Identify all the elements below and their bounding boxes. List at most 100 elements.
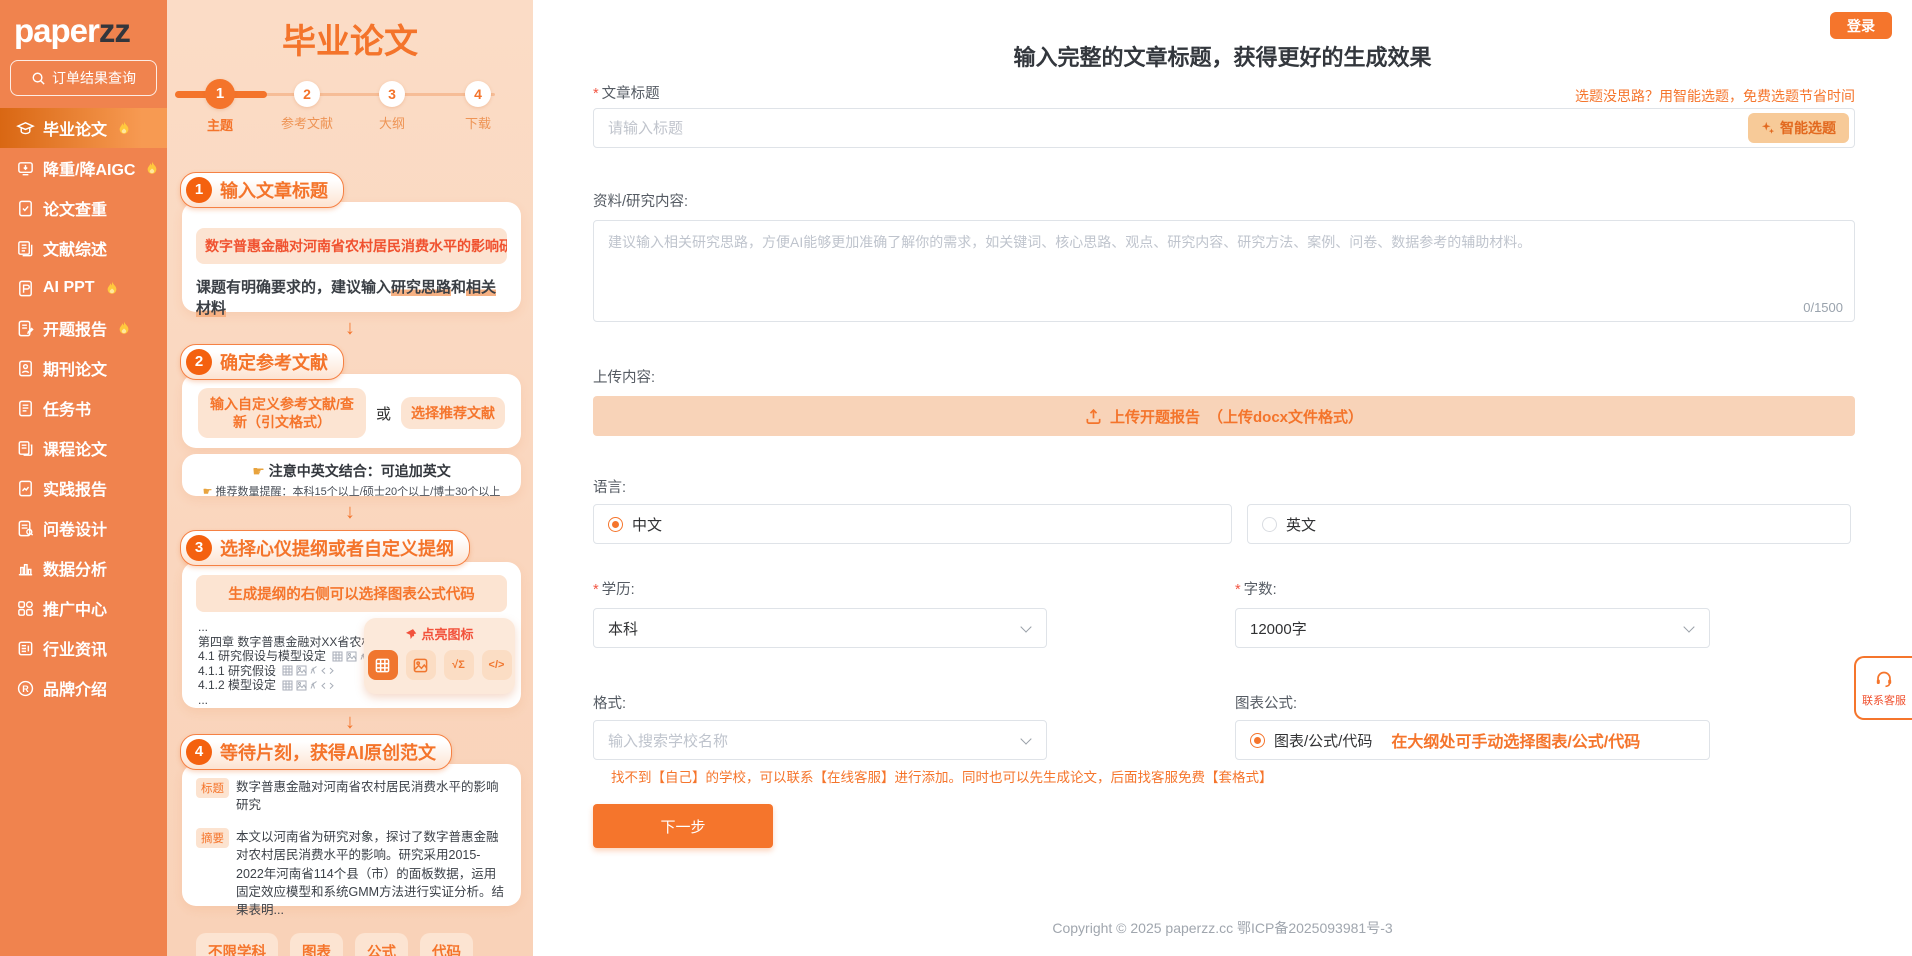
contact-service-widget[interactable]: 联系客服 <box>1854 656 1912 720</box>
paperzz-logo[interactable]: paperzz <box>14 12 131 50</box>
upload-label: 上传内容: <box>593 370 656 386</box>
questionnaire-icon <box>18 520 34 536</box>
outline-row-icons <box>282 665 334 676</box>
news-icon <box>18 641 33 655</box>
school-format-select[interactable]: 输入搜索学校名称 <box>593 720 1047 760</box>
table-icon <box>375 658 390 672</box>
image-icon <box>413 658 428 672</box>
sidebar-item-plagiarism-check[interactable]: 论文查重 <box>0 188 167 228</box>
step4-chip: 4 等待片刻，获得AI原创范文 <box>180 734 452 770</box>
flame-icon <box>119 121 129 134</box>
pin-icon <box>406 628 417 639</box>
practice-report-icon <box>19 480 32 496</box>
service-label: 联系客服 <box>1862 694 1906 707</box>
order-result-search[interactable]: 订单结果查询 <box>10 60 157 96</box>
progress-step-1[interactable]: 1 主题 <box>205 70 235 134</box>
smart-topic-hint[interactable]: 选题没思路？用智能选题，免费选题节省时间 <box>1575 86 1855 106</box>
format-label: 格式: <box>593 696 627 712</box>
outline-row-icons <box>282 680 334 691</box>
radio-unselected-icon <box>1262 516 1277 532</box>
flame-icon <box>107 281 116 294</box>
progress-step-2[interactable]: 2 参考文献 <box>281 70 333 132</box>
sidebar-item-course-paper[interactable]: 课程论文 <box>0 428 167 468</box>
image-icon-button[interactable] <box>405 650 436 680</box>
tag-any-subject[interactable]: 不限学科 <box>196 932 278 956</box>
smart-topic-button[interactable]: 智能选题 <box>1748 113 1849 143</box>
reference-options: 输入自定义参考文献/查新（引文格式） 或 选择推荐文献 <box>182 374 521 439</box>
sidebar-item-questionnaire-design[interactable]: 问卷设计 <box>0 508 167 548</box>
step1-chip: 1 输入文章标题 <box>180 172 344 208</box>
sidebar-item-practice-report[interactable]: 实践报告 <box>0 468 167 508</box>
sidebar-item-reduce-aigc[interactable]: 降重/降AIGC <box>0 148 167 188</box>
down-arrow-icon <box>167 318 533 338</box>
feature-tags: 不限学科 图表 公式 代码 <box>196 932 507 956</box>
chevron-down-icon <box>1020 733 1032 745</box>
sidebar-item-brand-intro[interactable]: R 品牌介绍 <box>0 668 167 708</box>
copyright-footer: Copyright © 2025 paperzz.cc 鄂ICP备2025093… <box>1052 920 1393 936</box>
tag-formulas[interactable]: 公式 <box>355 932 408 956</box>
sidebar-menu: 毕业论文 降重/降AIGC 论文查重 文献综述 AI PPT 开题报告 期刊论文… <box>0 108 167 708</box>
sidebar-item-ai-ppt[interactable]: AI PPT <box>0 268 167 308</box>
material-textarea[interactable] <box>593 220 1855 322</box>
sidebar-item-industry-news[interactable]: 行业资讯 <box>0 628 167 668</box>
title-input[interactable] <box>593 108 1855 148</box>
formula-icon-button[interactable]: √Σ <box>443 650 474 680</box>
tag-code[interactable]: 代码 <box>420 932 473 956</box>
registered-mark-icon: R <box>17 680 34 696</box>
progress-step-4[interactable]: 4 下载 <box>464 70 491 132</box>
title-badge: 标题 <box>196 778 229 798</box>
sidebar-item-journal-paper[interactable]: 期刊论文 <box>0 348 167 388</box>
steps-panel: 毕业论文 1 主题 2 参考文献 3 大纲 4 下载 1 输入文章标题 数字普惠… <box>167 0 533 956</box>
step3-card: 生成提纲的右侧可以选择图表公式代码 ... 第四章 数字普惠金融对XX省农村居民… <box>182 562 521 708</box>
reduce-aigc-icon <box>18 161 33 175</box>
material-textarea-wrap: 0/1500 <box>593 220 1855 322</box>
reference-count-note: ☛ 推荐数量提醒：本科15个以上/硕士20个以上/博士30个以上 <box>202 486 501 498</box>
sample-abstract-row: 摘要 本文以河南省为研究对象，探讨了数字普惠金融对农村居民消费水平的影响。研究采… <box>196 828 507 919</box>
sidebar-item-literature-review[interactable]: 文献综述 <box>0 228 167 268</box>
recommended-reference-button[interactable]: 选择推荐文献 <box>401 397 505 430</box>
sidebar-item-task-book[interactable]: 任务书 <box>0 388 167 428</box>
progress-step-3[interactable]: 3 大纲 <box>378 70 405 132</box>
step1-tip: 课题有明确要求的，建议输入研究思路和相关材料 <box>196 279 497 317</box>
content-type-buttons: √Σ </> <box>364 650 515 680</box>
word-count-select[interactable]: 12000字 <box>1235 608 1710 648</box>
title-input-wrap: 智能选题 <box>593 108 1855 148</box>
upload-icon <box>1086 408 1101 424</box>
table-icon-button[interactable] <box>367 650 398 680</box>
down-arrow-icon <box>167 502 533 522</box>
reference-note: ☛ 注意中英文结合：可追加英文 <box>252 463 451 479</box>
abstract-badge: 摘要 <box>196 828 229 849</box>
step1-card: 数字普惠金融对河南省农村居民消费水平的影响研究 课题有明确要求的，建议输入研究思… <box>182 202 521 317</box>
course-paper-icon <box>18 440 33 456</box>
material-label: 资料/研究内容: <box>593 194 689 210</box>
main-form: 登录 输入完整的文章标题，获得更好的生成效果 选题没思路？用智能选题，免费选题节… <box>533 0 1912 956</box>
chart-formula-option[interactable]: 图表/公式/代码 在大纲处可手动选择图表/公式/代码 <box>1235 720 1710 760</box>
chart-formula-hint: 在大纲处可手动选择图表/公式/代码 <box>1391 734 1641 751</box>
task-book-icon <box>19 400 32 416</box>
custom-reference-button[interactable]: 输入自定义参考文献/查新（引文格式） <box>197 388 366 439</box>
step3-chip: 3 选择心仪提纲或者自定义提纲 <box>180 530 470 566</box>
ppt-file-icon <box>19 280 32 296</box>
code-icon: </> <box>488 659 505 671</box>
next-step-button[interactable]: 下一步 <box>593 804 773 848</box>
headset-icon <box>1876 671 1892 687</box>
sidebar-item-graduation-thesis[interactable]: 毕业论文 <box>0 108 167 148</box>
sidebar-item-promotion-center[interactable]: 推广中心 <box>0 588 167 628</box>
degree-select[interactable]: 本科 <box>593 608 1047 648</box>
login-button[interactable]: 登录 <box>1830 12 1892 39</box>
sidebar-item-data-analysis[interactable]: 数据分析 <box>0 548 167 588</box>
sample-title-row: 标题 数字普惠金融对河南省农村居民消费水平的影响研究 <box>196 778 507 814</box>
down-arrow-icon <box>167 712 533 732</box>
chart-formula-label: 图表公式: <box>1235 696 1298 712</box>
language-option-chinese[interactable]: 中文 <box>593 504 1232 544</box>
tag-charts[interactable]: 图表 <box>290 932 343 956</box>
search-label: 订单结果查询 <box>52 70 136 86</box>
progress-steps: 1 主题 2 参考文献 3 大纲 4 下载 <box>167 70 533 133</box>
panel-title: 毕业论文 <box>282 23 418 61</box>
literature-icon <box>18 240 33 256</box>
sidebar-item-proposal-report[interactable]: 开题报告 <box>0 308 167 348</box>
language-option-english[interactable]: 英文 <box>1247 504 1851 544</box>
code-icon-button[interactable]: </> <box>481 650 512 680</box>
bar-chart-icon <box>18 563 33 575</box>
upload-proposal-button[interactable]: 上传开题报告 （上传docx文件格式） <box>593 396 1855 436</box>
